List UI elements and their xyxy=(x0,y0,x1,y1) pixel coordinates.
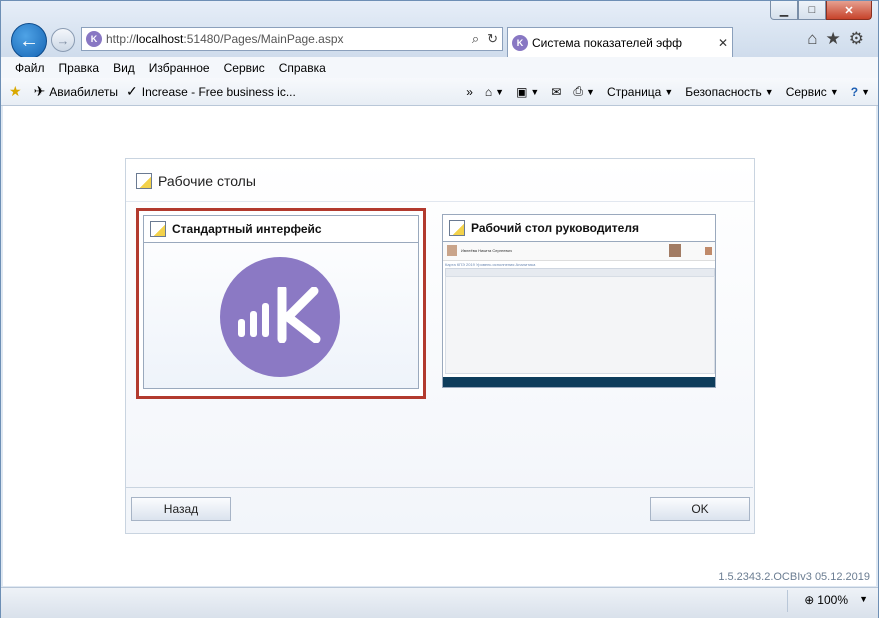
tab-favicon-icon: K xyxy=(512,34,528,51)
title-bar: ▁ □ ✕ ← → K http://localhost:51480/Pages… xyxy=(1,1,878,59)
forward-button[interactable]: → xyxy=(51,28,75,52)
tools-menu[interactable]: Сервис ▼ xyxy=(786,85,839,99)
maximize-button[interactable]: □ xyxy=(798,1,826,20)
site-favicon-icon: K xyxy=(86,31,102,47)
print-button[interactable]: ⎙ ▼ xyxy=(573,84,595,99)
chevron-down-icon: ▼ xyxy=(495,86,505,97)
card-header: Стандартный интерфейс xyxy=(144,216,418,243)
preview-grid xyxy=(445,276,715,374)
status-bar: ⊕ 100% ▼ xyxy=(1,587,878,618)
preview-footer xyxy=(443,377,715,387)
chevron-down-icon: ▼ xyxy=(861,86,870,97)
dialog-footer-divider xyxy=(125,487,753,488)
back-arrow-icon: ← xyxy=(19,29,39,52)
ok-button[interactable]: OK xyxy=(650,497,750,521)
command-bar: » ⌂ ▼ ▣ ▼ ✉ ⎙ ▼ Страница ▼ Безопасность ▼ Сер… xyxy=(466,78,870,105)
printer-icon: ⎙ xyxy=(573,84,584,98)
refresh-icon[interactable]: ↻ xyxy=(487,31,498,47)
logo-k-glyph xyxy=(277,287,321,343)
url-text[interactable]: http://localhost:51480/Pages/MainPage.as… xyxy=(106,32,468,46)
zoom-icon: ⊕ xyxy=(804,593,815,607)
chevron-down-icon: ▼ xyxy=(664,86,674,97)
preview-photo xyxy=(669,244,681,257)
help-button[interactable]: ? ▼ xyxy=(851,85,870,99)
menu-favorites[interactable]: Избранное xyxy=(149,61,210,75)
home-button[interactable]: ⌂ ▼ xyxy=(485,85,504,99)
plane-icon: ✈ xyxy=(33,83,46,99)
desktops-dialog: Рабочие столы Стандартный интерфейс Рабо… xyxy=(125,158,755,534)
chevron-down-icon: ▼ xyxy=(530,86,540,97)
mail-icon: ✉ xyxy=(551,84,562,99)
preview-header: Ивлеёва Никита Сергеевич xyxy=(443,242,715,261)
menu-help[interactable]: Справка xyxy=(279,61,326,75)
chevron-down-icon[interactable]: ▼ xyxy=(859,594,868,604)
feeds-button[interactable]: ▣ ▼ xyxy=(516,85,539,99)
mail-button[interactable]: ✉ xyxy=(551,85,561,99)
preview-avatar xyxy=(447,245,457,256)
menu-file[interactable]: Файл xyxy=(15,61,45,75)
forward-arrow-icon: → xyxy=(56,32,70,48)
selected-card-frame[interactable]: Стандартный интерфейс xyxy=(136,208,426,399)
favorite-item[interactable]: ✓ Increase - Free business ic... xyxy=(126,83,296,100)
close-window-button[interactable]: ✕ xyxy=(826,1,872,20)
page-menu[interactable]: Страница ▼ xyxy=(607,85,673,99)
address-bar[interactable]: K http://localhost:51480/Pages/MainPage.… xyxy=(81,27,503,51)
menu-bar: Файл Правка Вид Избранное Сервис Справка xyxy=(1,57,878,78)
back-button[interactable]: Назад xyxy=(131,497,231,521)
menu-view[interactable]: Вид xyxy=(113,61,135,75)
home-icon[interactable]: ⌂ xyxy=(807,29,817,49)
favorite-item[interactable]: ✈ Авиабилеты xyxy=(34,83,118,100)
pencil-icon xyxy=(136,173,152,189)
checkmark-icon: ✓ xyxy=(126,83,138,99)
app-logo-icon xyxy=(220,257,340,377)
card-manager-desktop[interactable]: Рабочий стол руководителя Ивлеёва Никита… xyxy=(442,214,716,388)
menu-edit[interactable]: Правка xyxy=(59,61,100,75)
home-icon: ⌂ xyxy=(484,84,493,99)
preview-tabs: Карта КПЭ 2019 Уровень исполнения Аналит… xyxy=(445,262,536,267)
page-content: Рабочие столы Стандартный интерфейс Рабо… xyxy=(3,106,876,586)
preview-name: Ивлеёва Никита Сергеевич xyxy=(461,248,512,253)
logo-bar xyxy=(250,311,257,337)
card-standard-interface[interactable]: Стандартный интерфейс xyxy=(143,215,419,389)
search-icon[interactable]: ⌕ xyxy=(472,31,479,47)
pencil-icon xyxy=(150,221,166,237)
tab-title: Система показателей эфф xyxy=(532,35,683,50)
chevron-down-icon: ▼ xyxy=(764,86,774,97)
chevron-down-icon: ▼ xyxy=(829,86,839,97)
tab-close-icon[interactable]: ✕ xyxy=(714,36,732,50)
version-label: 1.5.2343.2.OCBIv3 05.12.2019 xyxy=(718,571,870,583)
title-divider xyxy=(126,201,754,202)
favorites-star-icon[interactable]: ★ xyxy=(826,29,841,49)
logo-bar xyxy=(238,319,245,337)
browser-window: ▁ □ ✕ ← → K http://localhost:51480/Pages… xyxy=(0,0,879,618)
favorites-add-icon[interactable]: ★ xyxy=(9,83,26,100)
browser-tab[interactable]: K Система показателей эфф ✕ xyxy=(507,27,733,57)
menu-tools[interactable]: Сервис xyxy=(224,61,265,75)
back-button[interactable]: ← xyxy=(11,23,47,59)
zoom-control[interactable]: ⊕ 100% xyxy=(804,593,848,607)
rss-icon: ▣ xyxy=(516,84,528,99)
status-divider xyxy=(787,590,788,612)
help-icon: ? xyxy=(850,84,859,99)
chevron-down-icon: ▼ xyxy=(586,86,595,97)
overflow-chevron-icon[interactable]: » xyxy=(466,85,473,99)
dialog-title: Рабочие столы xyxy=(136,173,256,189)
preview-user-icon xyxy=(705,247,712,255)
pencil-icon xyxy=(449,220,465,236)
desktop-preview-thumbnail: Ивлеёва Никита Сергеевич Карта КПЭ 2019 … xyxy=(443,242,715,387)
card-header: Рабочий стол руководителя xyxy=(443,215,715,242)
safety-menu[interactable]: Безопасность ▼ xyxy=(685,85,773,99)
logo-bar xyxy=(262,303,269,337)
gear-icon[interactable]: ⚙ xyxy=(849,29,864,49)
window-controls: ▁ □ ✕ xyxy=(770,1,872,21)
minimize-button[interactable]: ▁ xyxy=(770,1,798,20)
browser-tools: ⌂ ★ ⚙ xyxy=(807,29,864,49)
